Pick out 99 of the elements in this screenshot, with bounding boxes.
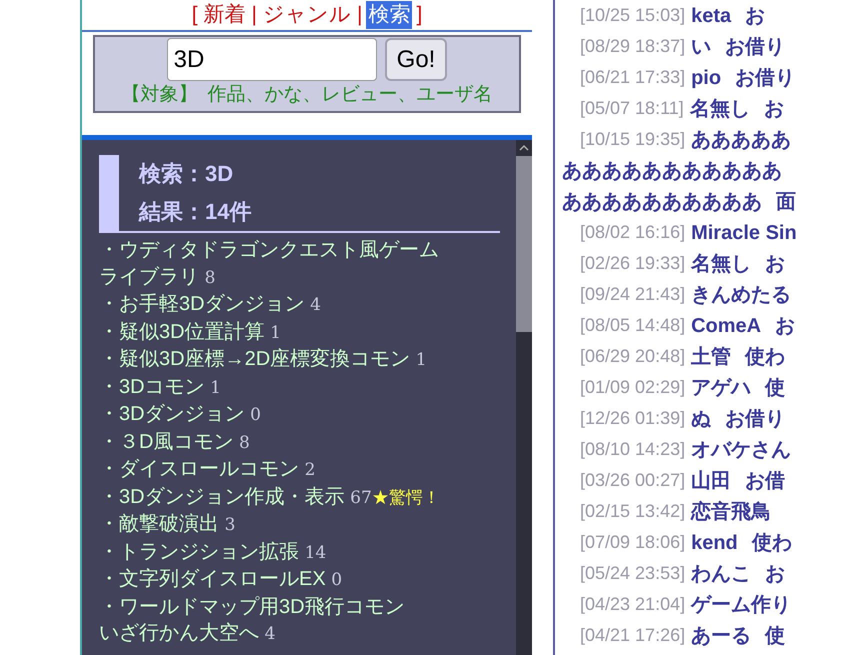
reviewer-name[interactable]: 山田 xyxy=(691,466,732,496)
result-count: 4 xyxy=(310,295,321,315)
review-date: [10/15 19:35] xyxy=(580,128,686,151)
result-link[interactable]: ・疑似3D位置計算 xyxy=(99,320,265,342)
review-date: [08/05 14:48] xyxy=(580,314,686,337)
reviewer-name[interactable]: 名無し xyxy=(691,248,752,278)
result-count: 3 xyxy=(224,515,236,535)
review-date: [03/26 00:27] xyxy=(580,469,686,492)
scrollbar[interactable] xyxy=(516,140,532,655)
review-date: [04/21 17:26] xyxy=(580,624,686,647)
result-link[interactable]: ・３D風コモン xyxy=(99,430,234,452)
reviewer-name[interactable]: わんこ xyxy=(691,558,752,588)
review-comment[interactable]: お xyxy=(765,248,786,278)
review-comment[interactable]: 使わ xyxy=(752,528,792,558)
result-count: 8 xyxy=(204,268,216,288)
result-count: 14 xyxy=(304,542,326,562)
reviewer-name[interactable]: ゲーム作り xyxy=(691,590,792,620)
reviewer-name[interactable]: ああああああああああ xyxy=(562,186,762,216)
nav-tab[interactable]: 検索 xyxy=(366,1,412,29)
review-date: [02/26 19:33] xyxy=(580,252,686,275)
reviewer-name[interactable]: い xyxy=(691,32,712,62)
review-date: [12/26 01:39] xyxy=(580,407,686,430)
rating-label: ★驚愕！ xyxy=(372,488,440,506)
review-comment[interactable]: 使 xyxy=(765,620,786,650)
nav-bracket: [ xyxy=(190,2,199,28)
reviewer-name[interactable]: kend xyxy=(691,528,738,558)
reviewer-name[interactable]: あああああ xyxy=(691,124,792,154)
review-comment[interactable]: 使 xyxy=(765,372,786,402)
result-count: 1 xyxy=(270,322,281,342)
reviewer-name[interactable]: あああああああああああ xyxy=(562,156,782,186)
result-count: 0 xyxy=(250,405,261,425)
reviewer-name[interactable]: 土管 xyxy=(691,342,732,372)
scroll-up-icon[interactable] xyxy=(519,144,529,152)
result-link[interactable]: ・文字列ダイスロールEX xyxy=(99,568,326,590)
result-count: 67 xyxy=(350,488,372,508)
review-date: [05/24 23:53] xyxy=(580,562,686,585)
review-comment[interactable]: お xyxy=(775,310,796,340)
review-comment[interactable]: お借り xyxy=(725,404,786,434)
review-date: [10/25 15:03] xyxy=(580,4,686,27)
review-date: [01/09 02:29] xyxy=(580,376,686,399)
result-count: 2 xyxy=(304,460,316,480)
target-label: 【対象】 xyxy=(122,83,198,107)
review-comment[interactable]: 面 xyxy=(776,186,796,216)
review-comment[interactable]: お借 xyxy=(745,466,786,496)
review-comment[interactable]: お xyxy=(765,558,786,588)
nav-tab[interactable]: 新着 xyxy=(202,1,248,29)
review-comment[interactable]: 使わ xyxy=(745,342,786,372)
scroll-thumb[interactable] xyxy=(516,156,532,332)
reviewer-name[interactable]: オバケさん xyxy=(691,434,792,464)
result-link[interactable]: ・トランジション拡張 xyxy=(99,540,299,562)
review-date: [06/29 20:48] xyxy=(580,345,686,368)
search-field[interactable]: 3D xyxy=(166,38,377,81)
review-date: [08/29 18:37] xyxy=(580,35,686,58)
go-button[interactable]: Go! xyxy=(384,38,448,81)
review-comment[interactable]: お xyxy=(764,94,784,124)
reviewer-name[interactable]: あーる xyxy=(691,620,752,650)
reviewer-name[interactable]: pio xyxy=(691,62,722,92)
result-link[interactable]: ・3Dコモン xyxy=(99,376,205,398)
reviewer-name[interactable]: Miracle Sin xyxy=(691,218,797,248)
result-link[interactable]: ・ウディタドラゴンクエスト風ゲーム xyxy=(99,239,439,261)
review-date: [08/10 14:23] xyxy=(580,438,686,461)
review-date: [02/15 13:42] xyxy=(580,500,686,523)
nav-bracket: ] xyxy=(415,2,424,28)
reviewer-name[interactable]: ComeA xyxy=(691,310,762,340)
review-comment[interactable]: お借り xyxy=(735,62,796,92)
reviewer-name[interactable]: 恋音飛鳥 xyxy=(691,496,772,526)
reviewer-name[interactable]: 名無し xyxy=(690,94,750,124)
result-count: 0 xyxy=(331,570,342,590)
result-count: 4 xyxy=(264,624,276,644)
result-link[interactable]: ・敵撃破演出 xyxy=(99,513,219,535)
reviewer-name[interactable]: きんめたる xyxy=(691,280,792,310)
result-link[interactable]: いざ行かん大空へ xyxy=(99,622,259,644)
result-link[interactable]: ・ワールドマップ用3D飛行コモン xyxy=(99,596,405,618)
reviewer-name[interactable]: ぬ xyxy=(691,404,712,434)
result-link[interactable]: ・3Dダンジョン作成・表示 xyxy=(99,486,345,508)
nav-tab[interactable]: ジャンル xyxy=(261,1,353,29)
reviewer-name[interactable]: keta xyxy=(691,0,732,30)
review-date: [09/24 21:43] xyxy=(580,283,686,306)
review-date: [08/02 16:16] xyxy=(580,221,686,244)
reviewer-name[interactable]: アゲハ xyxy=(691,372,752,402)
nav-separator: | xyxy=(250,2,258,28)
target-text: 作品、かな、レビュー、ユーザ名 xyxy=(208,83,492,107)
result-count: 8 xyxy=(239,432,250,452)
review-date: [05/07 18:11] xyxy=(580,97,684,120)
search-query: 検索：3D xyxy=(139,160,234,188)
review-date: [04/23 21:04] xyxy=(580,593,686,616)
result-link[interactable]: ・3Dダンジョン xyxy=(99,403,245,425)
result-link[interactable]: ・疑似3D座標→2D座標変換コモン xyxy=(99,348,410,370)
result-count: 1 xyxy=(416,350,427,370)
review-date: [07/09 18:06] xyxy=(580,531,686,554)
review-date: [06/21 17:33] xyxy=(580,66,686,89)
result-link[interactable]: ・お手軽3Dダンジョン xyxy=(99,293,305,315)
review-comment[interactable]: お xyxy=(745,0,766,30)
result-link[interactable]: ・ダイスロールコモン xyxy=(99,458,299,480)
result-count: 1 xyxy=(210,378,221,398)
result-count: 結果：14件 xyxy=(139,198,252,226)
review-comment[interactable]: お借り xyxy=(725,32,786,62)
nav-separator: | xyxy=(356,2,364,28)
result-link[interactable]: ライブラリ xyxy=(99,266,199,288)
